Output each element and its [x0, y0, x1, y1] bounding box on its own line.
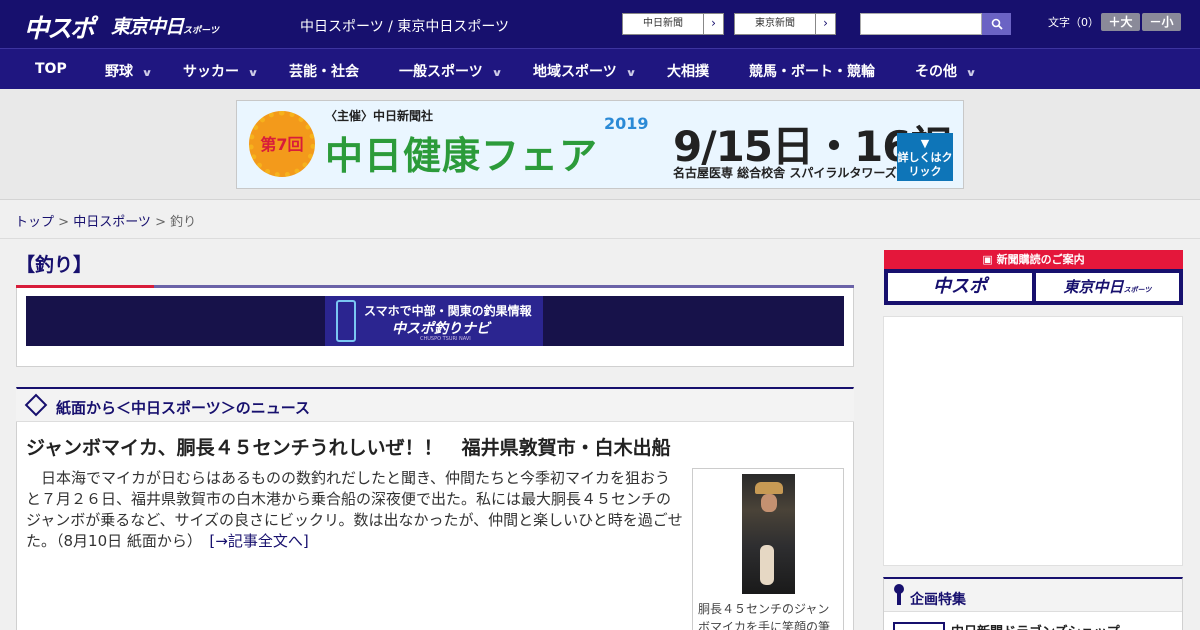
site-links[interactable]: 中日スポーツ / 東京中日スポーツ	[300, 16, 509, 36]
nav-item-racing[interactable]: 競馬・ボート・競輪	[749, 61, 875, 81]
tokyo-shimbun-label: 東京新聞	[755, 18, 795, 29]
nav-item-label: 一般スポーツ	[399, 64, 483, 80]
subscription-header-text: 新聞購読のご案内	[996, 253, 1085, 266]
nav-item-label: サッカー	[183, 64, 239, 80]
banner-detail-button[interactable]: ▼ 詳しくはクリック	[897, 133, 953, 181]
article-title[interactable]: ジャンボマイカ、胴長４５センチうれしいぜ！！ 福井県敦賀市・白木出船	[26, 433, 671, 460]
banner-host: 〈主催〉中日新聞社	[325, 109, 434, 123]
triangle-down-icon: ▼	[920, 137, 930, 150]
breadcrumb-home[interactable]: トップ	[15, 215, 54, 230]
font-larger-button[interactable]: ＋大	[1101, 13, 1140, 31]
subscribe-chunichi-sports-button[interactable]: 中スポ	[888, 273, 1032, 301]
nav-item-label: TOP	[35, 61, 67, 77]
photo-hat	[755, 482, 783, 494]
nav-item-label: 野球	[105, 64, 133, 80]
chevron-right-icon: ›	[703, 14, 723, 34]
chevron-down-icon: ∨	[141, 68, 153, 79]
chevron-down-icon: ∨	[491, 68, 503, 79]
article-body: 日本海でマイカが日むらはあるものの数釣れだしたと聞き、仲間たちと今季初マイカを狙…	[26, 468, 684, 552]
nav-item-label: 地域スポーツ	[533, 64, 617, 80]
nav-item-label: 芸能・社会	[289, 64, 359, 80]
nav-item-baseball[interactable]: 野球 ∨	[105, 61, 153, 81]
breadcrumb-current: 釣り	[170, 215, 197, 230]
font-smaller-button[interactable]: －小	[1142, 13, 1181, 31]
nav-item-local-sports[interactable]: 地域スポーツ ∨	[533, 61, 637, 81]
subscription-header: ▣ 新聞購読のご案内	[884, 250, 1183, 269]
breadcrumb-sep: >	[54, 215, 74, 230]
chevron-down-icon: ∨	[247, 68, 259, 79]
subscribe-tokyo-chunichi-text: 東京中日	[1063, 278, 1124, 296]
banner-venue: 名古屋医専 総合校舎 スパイラルタワーズ	[673, 166, 897, 180]
breadcrumb-sep: >	[150, 215, 171, 230]
feature-panel-title: 企画特集	[910, 592, 966, 608]
search-icon	[991, 18, 1003, 30]
banner-detail-label: 詳しくはクリック	[897, 151, 953, 178]
health-fair-banner[interactable]: 第7回 〈主催〉中日新聞社 中日健康フェア 2019 9/15日・16祝 名古屋…	[236, 100, 964, 189]
feature-item-dragons-shop[interactable]: 中日新聞ドラゴンズショップ	[951, 621, 1120, 630]
photo-squid	[760, 545, 774, 585]
breadcrumb-parent[interactable]: 中日スポーツ	[73, 215, 151, 230]
article-text: 日本海でマイカが日むらはあるものの数釣れだしたと聞き、仲間たちと今季初マイカを狙…	[26, 469, 683, 550]
font-size-label: 文字（0）	[1048, 16, 1099, 29]
photo-caption: 胴長４５センチのジャンボマイカを手に笑顔の筆	[698, 602, 831, 630]
ad-slot[interactable]	[883, 316, 1183, 566]
page-title: 【釣り】	[16, 254, 93, 276]
read-more-link[interactable]: [→記事全文へ]	[209, 532, 308, 550]
tokyo-chunichi-logo-text: 東京中日	[111, 16, 184, 38]
banner-title: 中日健康フェア	[325, 134, 599, 178]
nav-item-top[interactable]: TOP	[35, 61, 67, 77]
nav-item-label: 競馬・ボート・競輪	[749, 64, 875, 80]
banner-year: 2019	[604, 114, 649, 133]
chunichi-shimbun-label: 中日新聞	[643, 18, 683, 29]
nav-item-soccer[interactable]: サッカー ∨	[183, 61, 259, 81]
nav-item-label: その他	[915, 64, 957, 80]
newspaper-icon: ▣	[982, 253, 997, 266]
tsuri-navi-tagline: スマホで中部・関東の釣果情報	[364, 304, 532, 318]
nav-item-sumo[interactable]: 大相撲	[667, 61, 709, 81]
nav-item-general-sports[interactable]: 一般スポーツ ∨	[399, 61, 503, 81]
chevron-down-icon: ∨	[625, 68, 637, 79]
chunichi-sports-logo[interactable]: 中スポ	[24, 9, 95, 45]
banner-badge: 第7回	[249, 111, 315, 177]
tokyo-shimbun-button[interactable]: 東京新聞 ›	[734, 13, 836, 35]
subscribe-tokyo-chunichi-button[interactable]: 東京中日スポーツ	[1036, 273, 1179, 301]
search-input[interactable]	[860, 13, 982, 35]
photo-face	[761, 494, 777, 512]
nav-item-entertainment[interactable]: 芸能・社会	[289, 61, 359, 81]
nav-item-label: 大相撲	[667, 64, 709, 80]
smartphone-icon	[336, 300, 356, 342]
chevron-down-icon: ∨	[965, 68, 977, 79]
search-button[interactable]	[982, 13, 1011, 35]
breadcrumb: トップ > 中日スポーツ > 釣り	[15, 211, 196, 230]
feature-thumbnail[interactable]	[893, 622, 945, 630]
ribbon-icon	[894, 584, 904, 606]
chevron-right-icon: ›	[815, 14, 835, 34]
tsuri-navi-title: 中スポ釣りナビ	[392, 321, 490, 337]
chunichi-shimbun-button[interactable]: 中日新聞 ›	[622, 13, 724, 35]
tokyo-chunichi-sports-logo[interactable]: 東京中日スポーツ	[111, 12, 219, 39]
tsuri-navi-subtitle: CHUSPO TSURI NAVI	[420, 336, 471, 342]
tokyo-chunichi-logo-small: スポーツ	[183, 26, 219, 36]
subscribe-tokyo-chunichi-small: スポーツ	[1123, 286, 1152, 294]
nav-item-other[interactable]: その他 ∨	[915, 61, 977, 81]
news-panel-title: 紙面から＜中日スポーツ＞のニュース	[56, 399, 310, 417]
